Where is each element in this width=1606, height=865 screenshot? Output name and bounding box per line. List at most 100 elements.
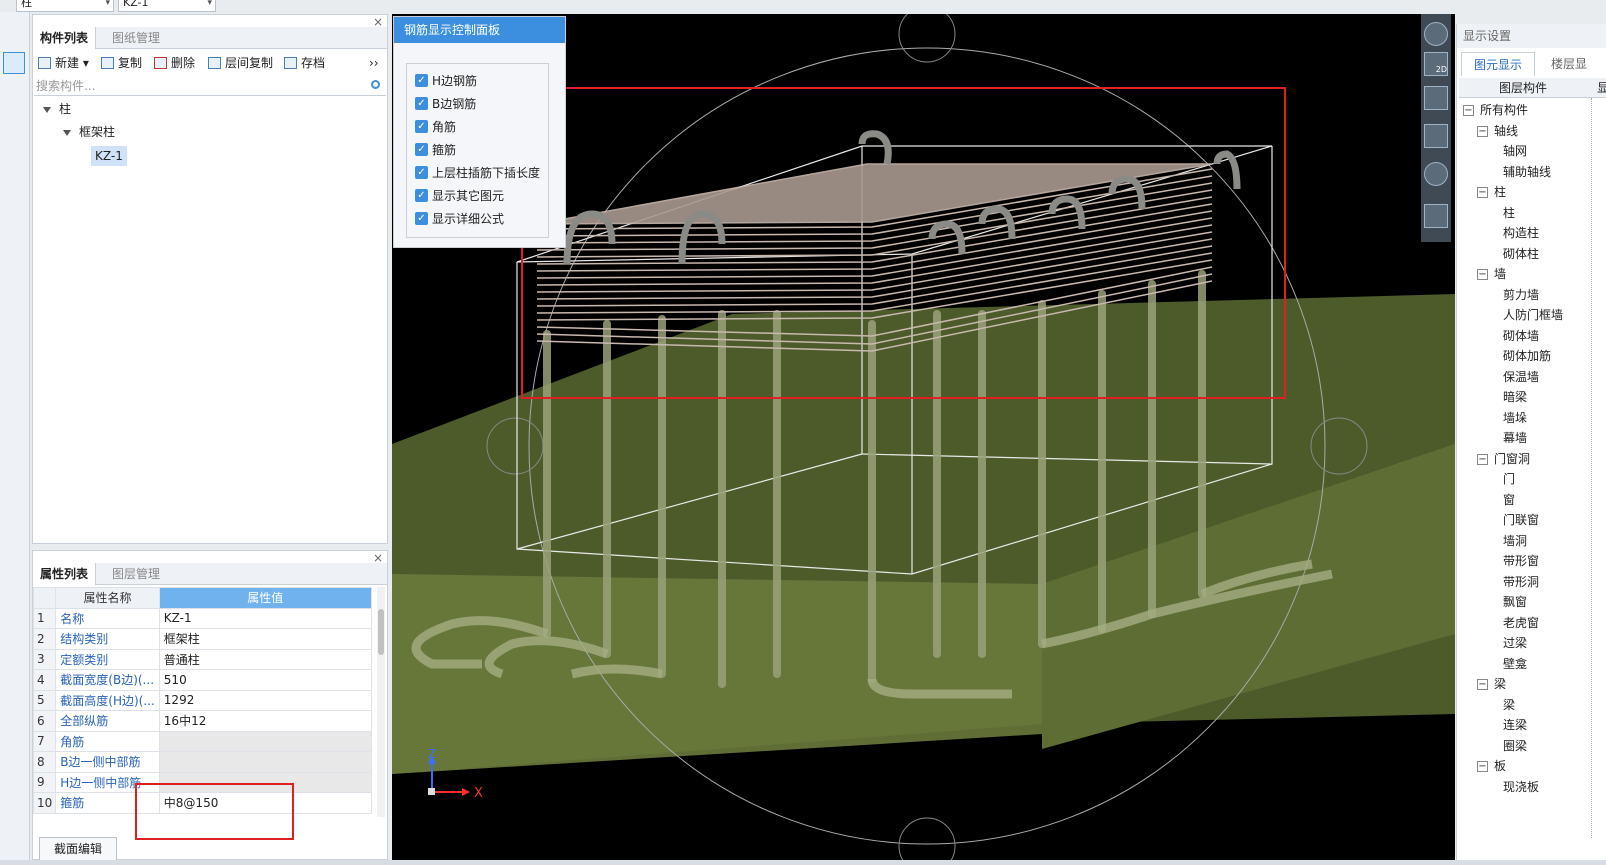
- property-row[interactable]: 6 全部纵筋 16中12: [32, 710, 372, 732]
- property-value[interactable]: 510: [158, 669, 372, 691]
- tab-layer-management[interactable]: 图层管理: [105, 563, 167, 585]
- checkbox-show-others[interactable]: ✓ 显示其它图元: [415, 188, 504, 204]
- delete-button[interactable]: 删除: [154, 54, 195, 72]
- layer-item[interactable]: 门联窗: [1503, 510, 1539, 531]
- layer-group[interactable]: − 柱: [1477, 182, 1506, 203]
- property-row[interactable]: 5 截面高度(H边)(... 1292: [32, 689, 372, 711]
- tree-node-column[interactable]: 柱: [43, 99, 71, 119]
- layer-item[interactable]: 带形窗: [1503, 551, 1539, 572]
- collapse-icon[interactable]: −: [1477, 125, 1488, 137]
- layer-item[interactable]: 墙垛: [1503, 408, 1527, 429]
- collapse-icon[interactable]: −: [1477, 187, 1488, 198]
- property-row[interactable]: 3 定额类别 普通柱: [32, 648, 372, 670]
- property-scrollbar[interactable]: [377, 587, 385, 817]
- expand-icon[interactable]: [43, 106, 51, 113]
- collapse-icon[interactable]: −: [1477, 679, 1488, 690]
- layer-item[interactable]: 柱: [1503, 203, 1515, 224]
- collapse-icon[interactable]: −: [1477, 269, 1488, 280]
- layer-item[interactable]: 人防门框墙: [1503, 305, 1563, 326]
- layer-group[interactable]: − 板: [1477, 756, 1506, 777]
- checkbox-upper-dowel[interactable]: ✓ 上层柱插筋下插长度: [415, 165, 540, 181]
- tree-node-frame-column[interactable]: 框架柱: [63, 122, 115, 142]
- more-button[interactable]: ››: [369, 54, 379, 72]
- layer-item[interactable]: 墙洞: [1503, 531, 1527, 552]
- layer-group[interactable]: − 梁: [1477, 674, 1506, 695]
- tab-floor-display[interactable]: 楼层显示: [1539, 52, 1606, 95]
- layer-label: 现浇板: [1503, 779, 1540, 794]
- layer-item[interactable]: 带形洞: [1503, 572, 1539, 593]
- tab-component-list[interactable]: 构件列表: [33, 27, 97, 49]
- view-box-icon[interactable]: [1424, 86, 1448, 110]
- layer-item[interactable]: 砌体柱: [1503, 244, 1539, 265]
- layer-item[interactable]: 轴网: [1503, 141, 1527, 162]
- checkbox-corner-rebar[interactable]: ✓ 角筋: [415, 119, 456, 135]
- layer-group[interactable]: − 所有构件: [1463, 100, 1528, 121]
- layer-item[interactable]: 飘窗: [1503, 592, 1527, 613]
- search-icon[interactable]: [371, 80, 380, 89]
- property-value[interactable]: 1292: [158, 689, 372, 711]
- view-2d-button[interactable]: 2D: [1424, 52, 1448, 76]
- layer-item[interactable]: 老虎窗: [1503, 613, 1539, 634]
- view-cube-icon[interactable]: [1424, 124, 1448, 148]
- tab-property-list[interactable]: 属性列表: [33, 563, 97, 585]
- property-value[interactable]: [158, 730, 372, 752]
- property-row-num: 10: [32, 792, 57, 814]
- collapse-icon[interactable]: −: [1477, 761, 1488, 772]
- property-value[interactable]: 框架柱: [158, 628, 372, 650]
- layer-item[interactable]: 壁龛: [1503, 654, 1527, 675]
- orbit-icon[interactable]: [1424, 22, 1448, 46]
- new-button[interactable]: 新建 ▾: [38, 54, 89, 72]
- property-row[interactable]: 7 角筋: [32, 730, 372, 752]
- component-name-select[interactable]: KZ-1 ▾: [118, 0, 216, 12]
- search-input[interactable]: 搜索构件...: [34, 76, 386, 96]
- layout-icon[interactable]: [3, 52, 25, 74]
- layer-item[interactable]: 过梁: [1503, 633, 1527, 654]
- layer-item[interactable]: 连梁: [1503, 715, 1527, 736]
- layer-label: 柱: [1503, 205, 1516, 220]
- property-value[interactable]: 普通柱: [158, 648, 372, 670]
- property-value[interactable]: KZ-1: [158, 607, 372, 629]
- save-button[interactable]: 存档: [284, 54, 325, 72]
- property-row[interactable]: 1 名称 KZ-1: [32, 607, 372, 629]
- component-type-select[interactable]: 柱 ▾: [16, 0, 114, 12]
- layer-item[interactable]: 幕墙: [1503, 428, 1527, 449]
- layer-item[interactable]: 砌体墙: [1503, 326, 1539, 347]
- layer-group[interactable]: − 轴线: [1477, 121, 1518, 142]
- property-value[interactable]: 16中12: [158, 710, 372, 732]
- checkbox-b-rebar[interactable]: ✓ B边钢筋: [415, 96, 476, 112]
- scrollbar-thumb[interactable]: [378, 609, 384, 655]
- property-row[interactable]: 2 结构类别 框架柱: [32, 628, 372, 650]
- tab-drawing-management[interactable]: 图纸管理: [105, 27, 167, 49]
- layer-item[interactable]: 圈梁: [1503, 736, 1527, 757]
- layer-item[interactable]: 暗梁: [1503, 387, 1527, 408]
- layer-group[interactable]: − 墙: [1477, 264, 1506, 285]
- checkbox-h-rebar[interactable]: ✓ H边钢筋: [415, 73, 477, 89]
- section-edit-button[interactable]: 截面编辑: [39, 837, 117, 861]
- layer-item[interactable]: 现浇板: [1503, 777, 1539, 798]
- property-row[interactable]: 4 截面宽度(B边)(... 510: [32, 669, 372, 691]
- tab-element-display[interactable]: 图元显示: [1461, 52, 1536, 76]
- checkbox-stirrup[interactable]: ✓ 箍筋: [415, 142, 456, 158]
- layer-item[interactable]: 剪力墙: [1503, 285, 1539, 306]
- collapse-icon[interactable]: −: [1463, 105, 1474, 116]
- layer-item[interactable]: 砌体加筋: [1503, 346, 1551, 367]
- floor-copy-button[interactable]: 层间复制: [208, 54, 273, 72]
- expand-icon[interactable]: [63, 129, 71, 136]
- grid-view-icon[interactable]: [1424, 204, 1448, 228]
- collapse-icon[interactable]: −: [1477, 453, 1488, 465]
- layer-group[interactable]: − 门窗洞: [1477, 449, 1530, 470]
- orbit-handle-bottom[interactable]: [898, 817, 956, 860]
- copy-button[interactable]: 复制: [101, 54, 142, 72]
- property-row[interactable]: 8 B边一侧中部筋: [32, 751, 372, 773]
- layer-item[interactable]: 窗: [1503, 490, 1515, 511]
- property-value[interactable]: [158, 751, 372, 773]
- tree-node-kz1[interactable]: KZ-1: [91, 146, 127, 166]
- orbit-handle-top[interactable]: [898, 14, 956, 63]
- layer-item[interactable]: 梁: [1503, 695, 1515, 716]
- rotate-icon[interactable]: [1424, 162, 1448, 186]
- layer-item[interactable]: 辅助轴线: [1503, 162, 1551, 183]
- layer-item[interactable]: 保温墙: [1503, 367, 1539, 388]
- checkbox-show-formula[interactable]: ✓ 显示详细公式: [415, 211, 504, 227]
- layer-item[interactable]: 门: [1503, 469, 1515, 490]
- layer-item[interactable]: 构造柱: [1503, 223, 1539, 244]
